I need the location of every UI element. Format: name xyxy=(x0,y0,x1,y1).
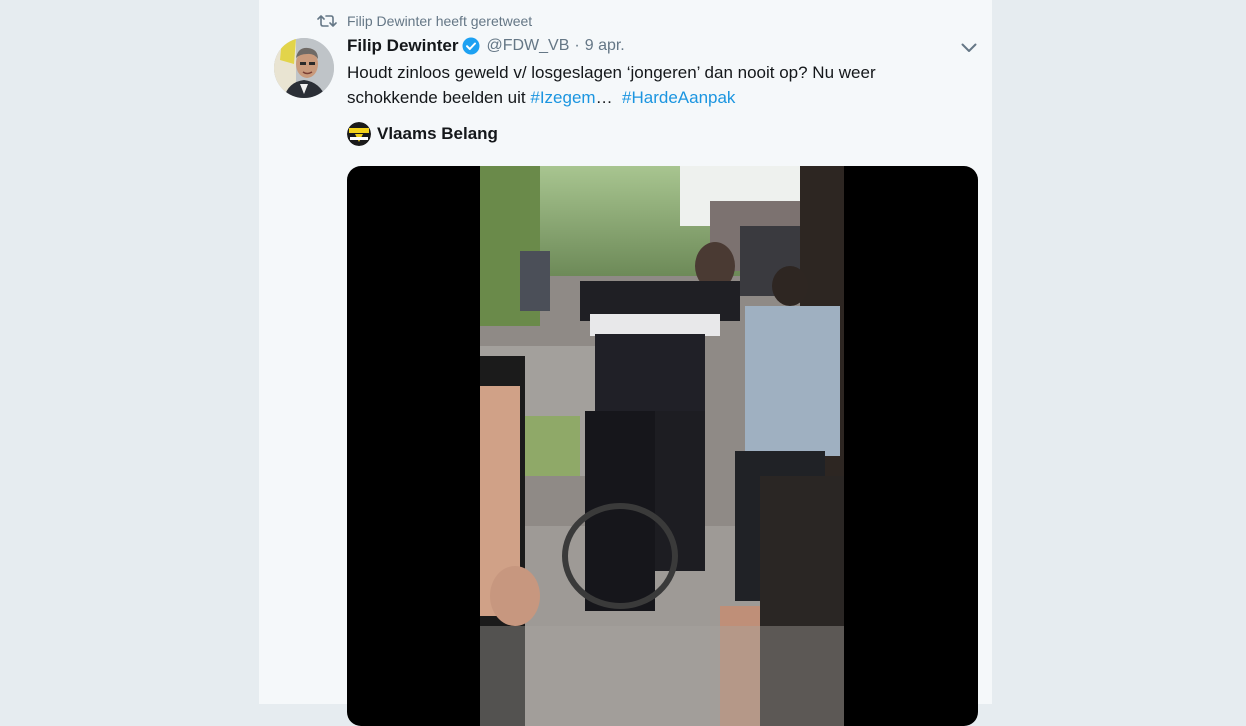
author-handle[interactable]: @FDW_VB xyxy=(486,37,569,55)
tweet-text: Houdt zinloos geweld v/ losgeslagen ‘jon… xyxy=(347,60,937,110)
retweet-icon xyxy=(317,13,337,29)
verified-badge-icon xyxy=(462,37,480,55)
video-thumbnail[interactable] xyxy=(480,166,844,726)
tweet-text-line-1: Houdt zinloos geweld v/ losgeslagen ‘jon… xyxy=(347,63,876,82)
quoted-account[interactable]: Vlaams Belang xyxy=(347,121,498,147)
hashtag-hardeaanpak-link[interactable]: #HardeAanpak xyxy=(622,88,735,107)
tweet-card[interactable]: Filip Dewinter heeft geretweet Filip Dew… xyxy=(258,0,993,726)
video-player[interactable] xyxy=(347,166,978,726)
retweet-context: Filip Dewinter heeft geretweet xyxy=(317,11,532,31)
tweet-text-prefix: schokkende beelden uit xyxy=(347,88,531,107)
retweet-label[interactable]: Filip Dewinter heeft geretweet xyxy=(347,13,532,29)
more-options-chevron-down-icon[interactable] xyxy=(959,40,979,56)
hashtag-izegem-link[interactable]: #Izegem xyxy=(530,88,595,107)
header-separator: · xyxy=(574,37,580,54)
truncation-ellipsis: … xyxy=(595,88,613,107)
author-name[interactable]: Filip Dewinter xyxy=(347,36,458,56)
avatar[interactable] xyxy=(274,38,334,98)
tweet-text-line-2: schokkende beelden uit #Izegem… #HardeAa… xyxy=(347,85,937,110)
vlaams-belang-logo-icon xyxy=(347,122,371,146)
tweet-header: Filip Dewinter @FDW_VB · 9 apr. xyxy=(347,34,625,58)
tweet-date[interactable]: 9 apr. xyxy=(585,37,625,55)
quoted-account-name[interactable]: Vlaams Belang xyxy=(377,124,498,144)
